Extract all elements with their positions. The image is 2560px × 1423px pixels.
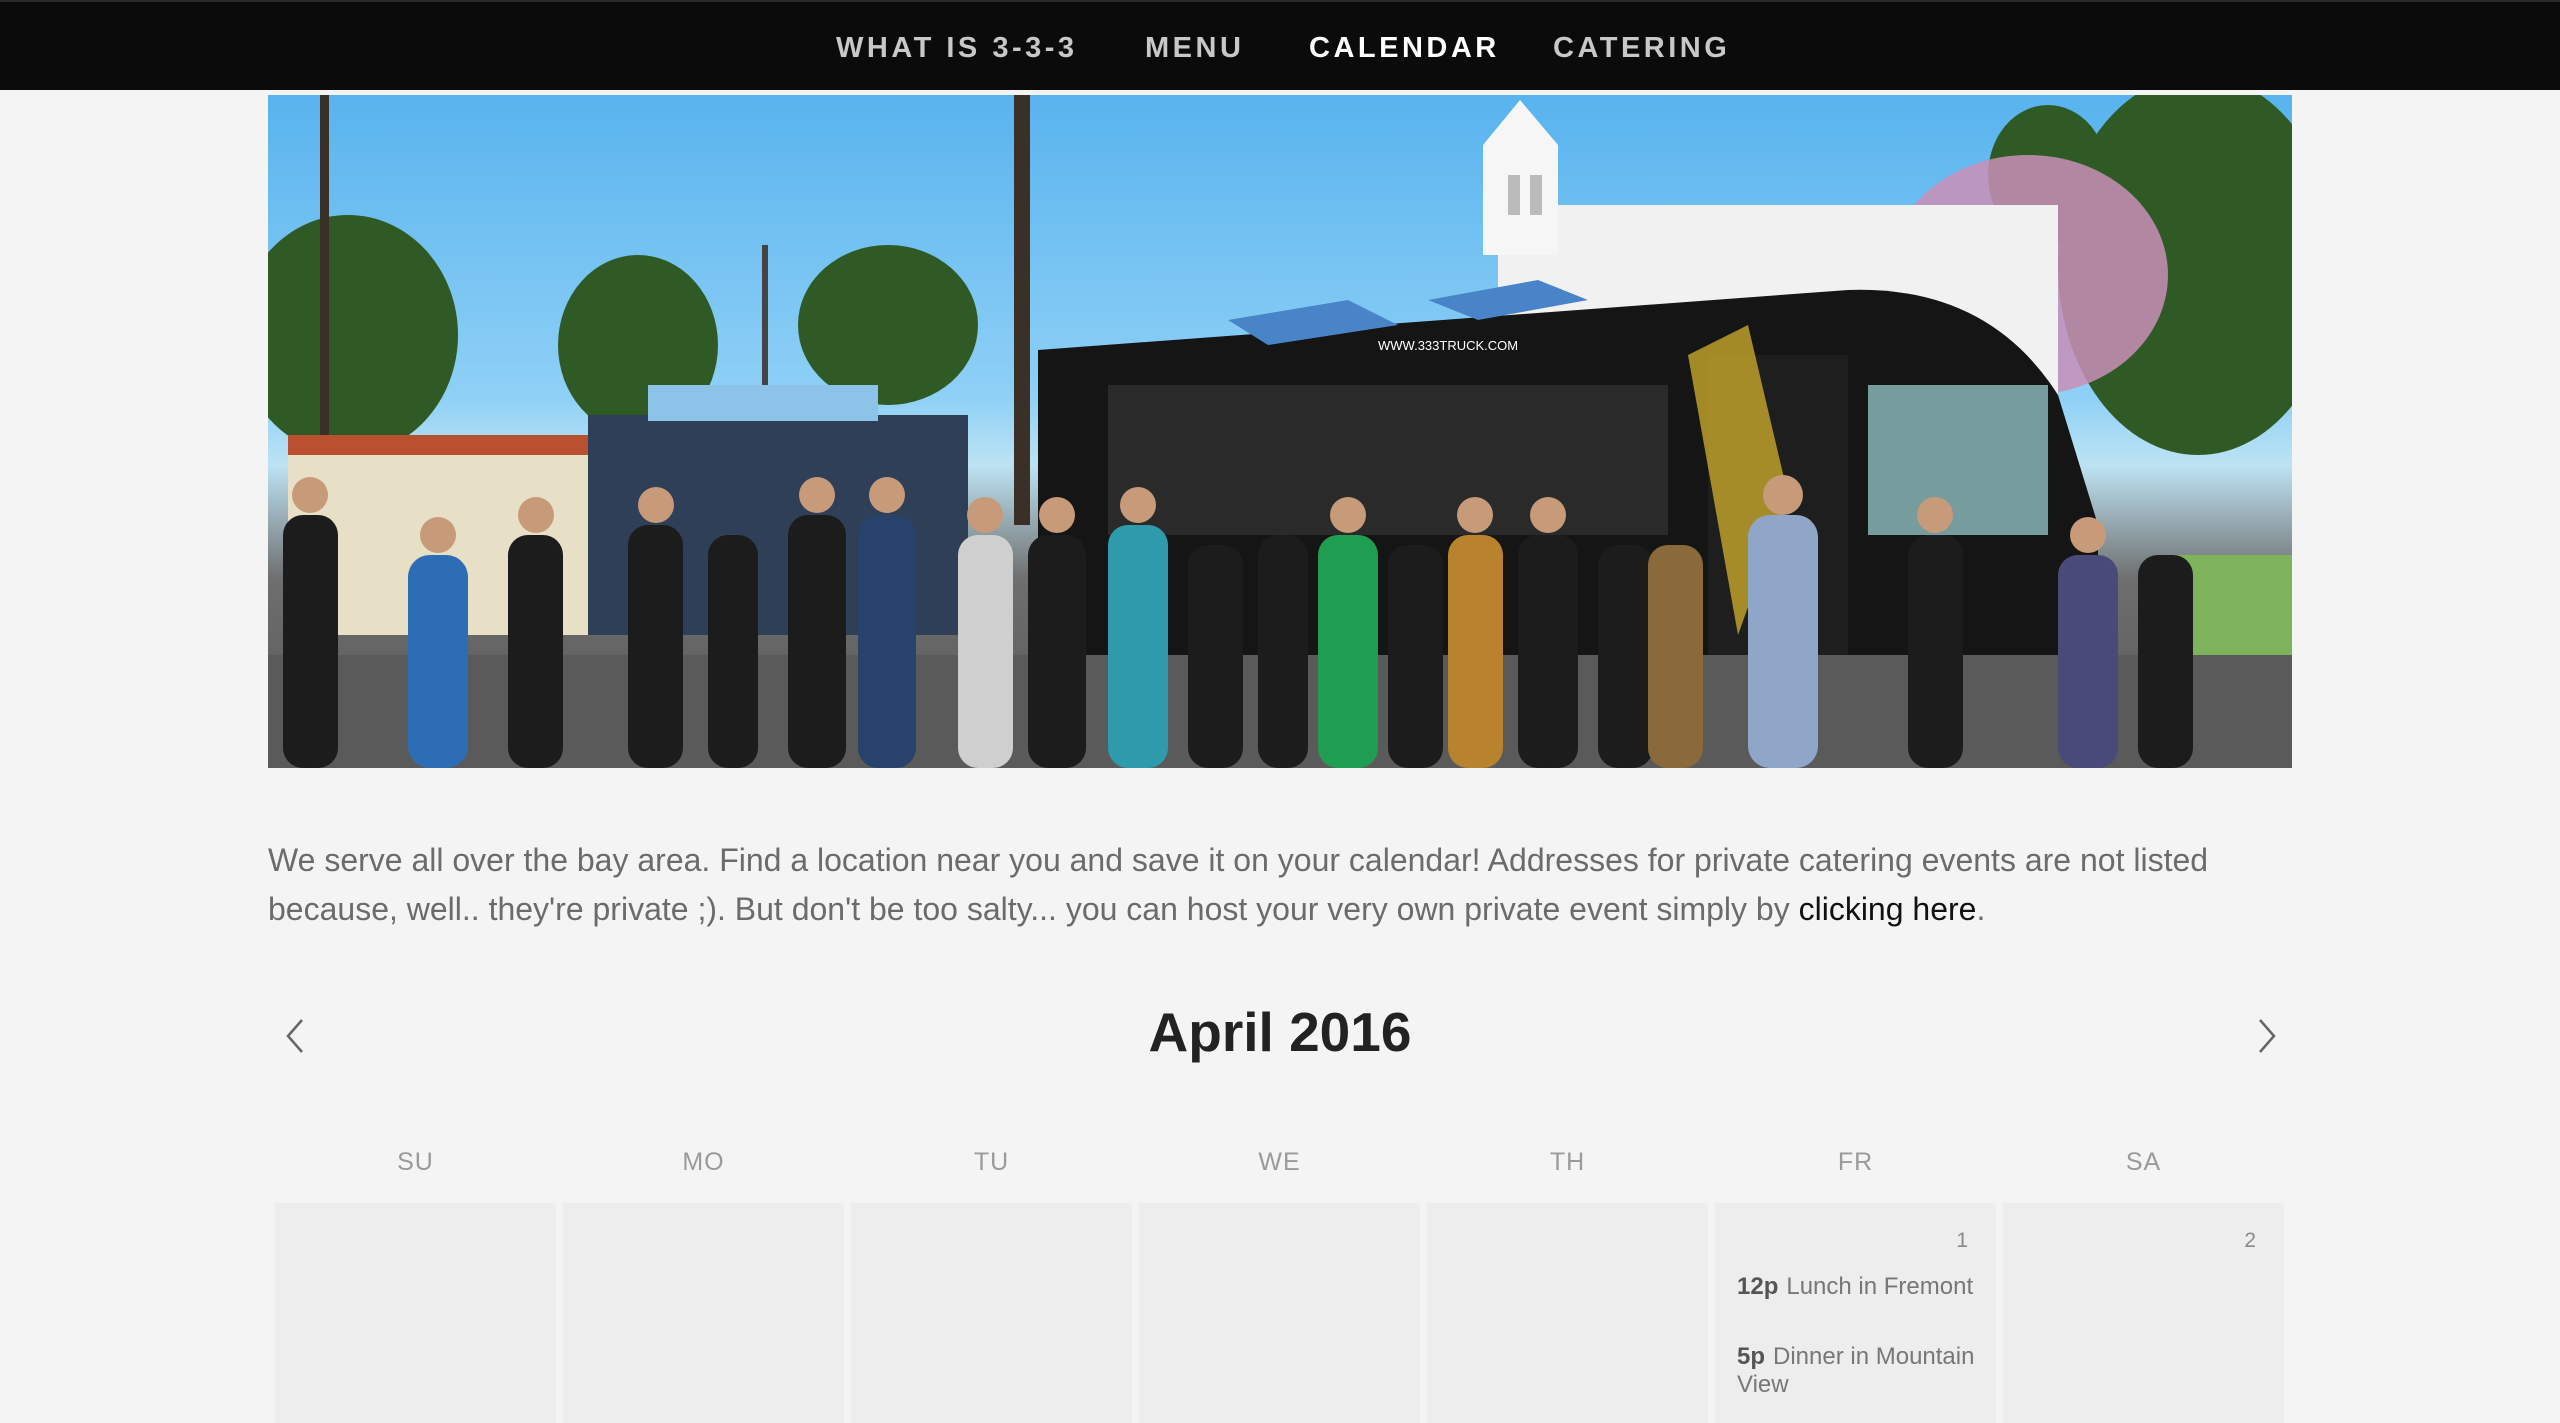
chevron-right-icon — [2259, 1019, 2276, 1053]
top-nav: WHAT IS 3-3-3 MENU CALENDAR CATERING — [0, 0, 2560, 90]
nav-catering[interactable]: CATERING — [1553, 32, 1730, 65]
weekday-tu: TU — [973, 1148, 1010, 1176]
weekday-mo: MO — [682, 1148, 725, 1176]
event-title: Dinner in Mountain View — [1737, 1343, 1975, 1398]
calendar-day-cell[interactable] — [275, 1203, 556, 1423]
calendar-day-cell[interactable] — [563, 1203, 844, 1423]
calendar-day-cell[interactable] — [1139, 1203, 1420, 1423]
event-time: 12p — [1737, 1273, 1779, 1300]
weekday-th: TH — [1549, 1148, 1586, 1176]
weekday-fr: FR — [1837, 1148, 1874, 1176]
weekday-we: WE — [1258, 1148, 1301, 1176]
weekday-sa: SA — [2125, 1148, 2162, 1176]
calendar-event[interactable]: 5p Dinner in Mountain View — [1737, 1343, 1977, 1399]
clicking-here-link[interactable]: clicking here — [1799, 891, 1977, 927]
day-number: 2 — [2244, 1229, 2256, 1252]
hero-photo: WWW.333TRUCK.COM — [268, 95, 2292, 768]
intro-paragraph: We serve all over the bay area. Find a l… — [268, 836, 2292, 934]
nav-what-is-333[interactable]: WHAT IS 3-3-3 — [836, 32, 1078, 65]
calendar-month-title: April 2016 — [1148, 1001, 1412, 1063]
event-title: Lunch in Fremont — [1786, 1273, 1974, 1300]
nav-menu[interactable]: MENU — [1145, 32, 1244, 65]
calendar-day-cell-1[interactable]: 1 12p Lunch in Fremont 5p Dinner in Mounta… — [1715, 1203, 1996, 1423]
calendar-day-cell[interactable] — [1427, 1203, 1708, 1423]
weekday-su: SU — [397, 1148, 434, 1176]
day-number: 1 — [1956, 1229, 1968, 1252]
intro-end: . — [1976, 891, 1986, 927]
calendar-event[interactable]: 12p Lunch in Fremont — [1737, 1273, 1977, 1301]
truck-sign-text: WWW.333TRUCK.COM — [1378, 338, 1518, 353]
nav-calendar[interactable]: CALENDAR — [1309, 32, 1500, 65]
calendar-day-cell-2[interactable]: 2 — [2003, 1203, 2284, 1423]
event-time: 5p — [1737, 1343, 1766, 1370]
calendar-day-cell[interactable] — [851, 1203, 1132, 1423]
next-month-button[interactable] — [2246, 1016, 2286, 1056]
